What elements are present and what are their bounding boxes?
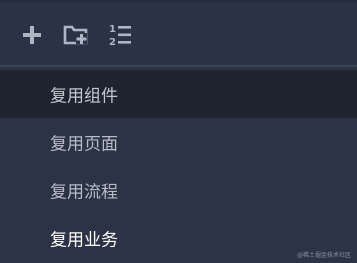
add-button[interactable] <box>19 22 45 48</box>
order-button[interactable]: 1 2 <box>107 22 133 48</box>
add-folder-button[interactable] <box>63 22 89 48</box>
list-item-reuse-flows[interactable]: 复用流程 <box>0 166 357 214</box>
folder-add-icon <box>63 25 88 45</box>
watermark: @稀土掘金技术社区 <box>296 252 351 259</box>
reuse-list: 复用组件 复用页面 复用流程 复用业务 <box>0 70 357 262</box>
list-item-reuse-components[interactable]: 复用组件 <box>0 70 357 118</box>
toolbar: 1 2 <box>0 3 357 65</box>
ordered-list-digit-1: 1 <box>109 24 116 35</box>
list-item-label: 复用页面 <box>50 134 118 155</box>
list-item-label: 复用流程 <box>50 182 118 203</box>
list-item-reuse-pages[interactable]: 复用页面 <box>0 118 357 166</box>
reuse-panel: 1 2 复用组件 复用页面 复用流程 复用业务 @稀土掘金技术社区 <box>0 0 357 263</box>
plus-icon <box>23 26 41 44</box>
toolbar-divider <box>0 65 357 67</box>
list-item-label: 复用组件 <box>50 86 118 107</box>
list-item-label: 复用业务 <box>50 230 118 251</box>
ordered-list-digit-2: 2 <box>109 37 116 48</box>
ordered-list-icon: 1 2 <box>109 24 131 48</box>
